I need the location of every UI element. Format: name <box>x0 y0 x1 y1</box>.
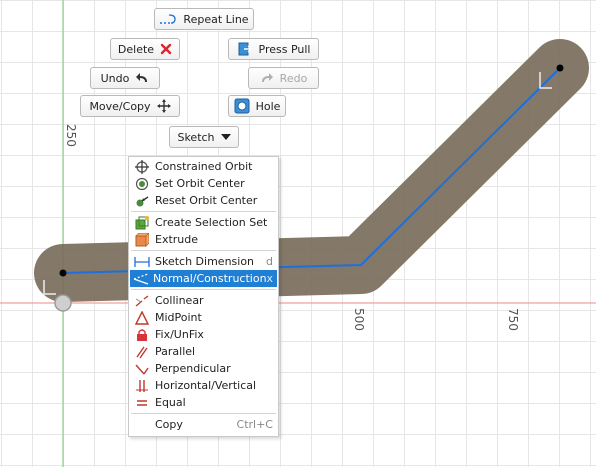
midpoint-icon <box>133 310 151 325</box>
menu-separator <box>131 289 276 290</box>
menu-item-sketch-dimension[interactable]: Sketch Dimension d <box>130 253 277 270</box>
menu-separator <box>131 250 276 251</box>
menu-item-midpoint[interactable]: MidPoint <box>130 309 277 326</box>
press-pull-button[interactable]: Press Pull <box>228 38 319 60</box>
ruler-label-750: 750 <box>506 308 520 331</box>
menu-item-equal[interactable]: Equal <box>130 394 277 411</box>
move-copy-button[interactable]: Move/Copy <box>80 95 180 117</box>
dropdown-triangle-icon <box>220 133 231 141</box>
menu-item-copy[interactable]: Copy Ctrl+C <box>130 416 277 433</box>
orbit-icon <box>133 159 151 174</box>
line-icon <box>159 13 177 25</box>
menu-separator <box>131 413 276 414</box>
construction-icon <box>133 272 149 286</box>
menu-item-collinear[interactable]: Collinear <box>130 292 277 309</box>
menu-item-reset-orbit-center[interactable]: Reset Orbit Center <box>130 192 277 209</box>
menu-item-create-selection-set[interactable]: Create Selection Set <box>130 214 277 231</box>
undo-arrow-icon <box>135 72 149 84</box>
collinear-icon <box>133 294 151 308</box>
move-arrows-icon <box>156 99 171 113</box>
hole-button[interactable]: Hole <box>228 95 286 117</box>
target-icon <box>133 177 151 191</box>
menu-separator <box>131 211 276 212</box>
menu-item-set-orbit-center[interactable]: Set Orbit Center <box>130 175 277 192</box>
menu-item-perpendicular[interactable]: Perpendicular <box>130 360 277 377</box>
extrude-icon <box>133 232 151 247</box>
menu-item-constrained-orbit[interactable]: Constrained Orbit <box>130 158 277 175</box>
menu-item-normal-construction[interactable]: Normal/Construction x <box>130 270 277 287</box>
delete-x-icon <box>160 43 172 55</box>
reset-orbit-icon <box>133 194 151 208</box>
horizontal-vertical-icon <box>133 379 151 393</box>
press-pull-icon <box>237 41 253 57</box>
lock-icon <box>133 328 151 342</box>
menu-item-fix-unfix[interactable]: Fix/UnFix <box>130 326 277 343</box>
repeat-line-button[interactable]: Repeat Line <box>154 8 254 30</box>
context-menu: Constrained Orbit Set Orbit Center Reset… <box>128 156 279 437</box>
selection-set-icon <box>133 215 151 230</box>
delete-button[interactable]: Delete <box>110 38 180 60</box>
hole-icon <box>234 98 250 114</box>
menu-item-parallel[interactable]: Parallel <box>130 343 277 360</box>
sketch-point-start[interactable] <box>59 269 67 277</box>
redo-arrow-icon <box>260 72 274 84</box>
origin-marker[interactable] <box>54 294 72 312</box>
perpendicular-icon <box>133 362 151 376</box>
menu-item-horizontal-vertical[interactable]: Horizontal/Vertical <box>130 377 277 394</box>
sketch-point-end[interactable] <box>556 64 564 72</box>
ruler-label-500: 500 <box>352 308 366 331</box>
ruler-label-250: 250 <box>64 124 78 147</box>
undo-button[interactable]: Undo <box>90 67 160 89</box>
equal-icon <box>133 396 151 410</box>
dimension-icon <box>133 255 151 269</box>
sketch-dropdown-button[interactable]: Sketch <box>169 126 239 148</box>
parallel-icon <box>133 345 151 359</box>
menu-item-extrude[interactable]: Extrude <box>130 231 277 248</box>
redo-button[interactable]: Redo <box>248 67 319 89</box>
